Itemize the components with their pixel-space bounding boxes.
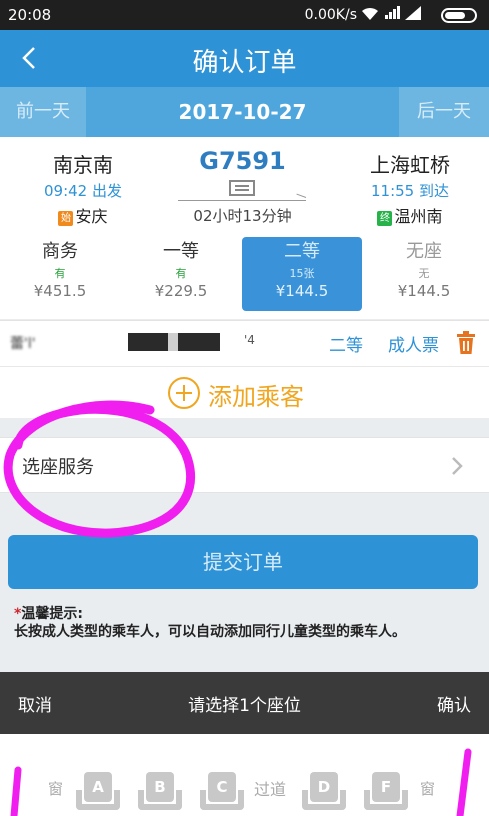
signal-icon-1 <box>385 5 405 22</box>
app-bar: 确认订单 <box>0 30 489 87</box>
seat-b[interactable]: B <box>136 768 184 816</box>
passenger-row[interactable]: 蕾'l' '4 二等 成人票 <box>0 320 489 366</box>
seat-class-availability: 有 <box>54 267 66 280</box>
plus-circle-icon <box>168 377 200 409</box>
prev-day-button[interactable]: 前一天 <box>0 87 86 137</box>
seat-a[interactable]: A <box>74 768 122 816</box>
passenger-id-tail: '4 <box>244 333 255 347</box>
seat-class-name: 二等 <box>284 241 320 262</box>
end-tag: 终 <box>377 211 393 226</box>
status-bar: 20:08 0.00K/s <box>0 0 489 30</box>
seat-map: 窗 A B C 过道 D F 窗 <box>0 734 489 816</box>
arrival-station: 上海虹桥 11:55 到达 终温州南 <box>350 149 470 227</box>
network-speed: 0.00K/s <box>304 7 357 23</box>
redaction-block <box>178 333 220 351</box>
seat-class-price: ¥144.5 <box>397 282 451 300</box>
arrival-name: 上海虹桥 <box>370 153 450 177</box>
passenger-seat-type[interactable]: 二等 <box>329 331 363 356</box>
seat-letter: B <box>146 772 174 802</box>
seat-letter: A <box>84 772 112 802</box>
page-title: 确认订单 <box>192 48 297 78</box>
signal-icon-2 <box>405 6 425 23</box>
seat-d[interactable]: D <box>300 768 348 816</box>
seat-class-first[interactable]: 一等 有 ¥229.5 <box>121 237 241 311</box>
seat-service-label: 选座服务 <box>22 457 94 478</box>
tip-body: 长按成人类型的乘车人，可以自动添加同行儿童类型的乘车人。 <box>14 624 406 640</box>
travel-date[interactable]: 2017-10-27 <box>86 87 399 137</box>
seat-letter: D <box>310 772 338 802</box>
departure-time: 09:42 出发 <box>44 182 122 200</box>
seat-class-price: ¥144.5 <box>275 282 329 300</box>
seat-class-price: ¥451.5 <box>33 282 87 300</box>
seat-letter: F <box>372 772 400 802</box>
trip-card: 南京南 09:42 出发 始安庆 G7591 02小时13分钟 上海虹桥 11:… <box>0 137 489 319</box>
date-bar: 前一天 2017-10-27 后一天 <box>0 87 489 137</box>
warm-tip: *温馨提示: 长按成人类型的乘车人，可以自动添加同行儿童类型的乘车人。 <box>14 605 474 641</box>
add-passenger-label: 添加乘客 <box>208 383 304 411</box>
battery-icon <box>441 8 477 23</box>
next-day-button[interactable]: 后一天 <box>399 87 489 137</box>
seat-f[interactable]: F <box>362 768 410 816</box>
passenger-ticket-type[interactable]: 成人票 <box>388 331 439 356</box>
seat-class-second[interactable]: 二等 15张 ¥144.5 <box>242 237 362 311</box>
arrival-time: 11:55 到达 <box>371 182 449 200</box>
window-label-left: 窗 <box>48 780 64 798</box>
seat-class-name: 一等 <box>163 241 199 262</box>
seat-class-name: 商务 <box>42 241 78 262</box>
departure-station: 南京南 09:42 出发 始安庆 <box>18 149 148 227</box>
seat-letter: C <box>208 772 236 802</box>
passenger-name: 蕾'l' <box>10 336 36 352</box>
seat-class-availability: 有 <box>175 267 187 280</box>
tip-title: 温馨提示: <box>21 606 83 622</box>
seat-class-availability: 无 <box>418 267 430 280</box>
seat-class-no-seat[interactable]: 无座 无 ¥144.5 <box>364 237 484 311</box>
route-arrow <box>178 200 306 201</box>
redaction-block <box>128 333 168 351</box>
add-passenger-button[interactable]: 添加乘客 <box>0 366 489 418</box>
timetable-icon[interactable] <box>229 180 255 196</box>
train-number[interactable]: G7591 <box>170 147 315 175</box>
status-time: 20:08 <box>8 6 52 24</box>
seat-c[interactable]: C <box>198 768 246 816</box>
terminal-row: 终温州南 <box>350 203 470 227</box>
seat-class-price: ¥229.5 <box>154 282 208 300</box>
wifi-icon <box>361 6 379 26</box>
confirm-button[interactable]: 确认 <box>437 691 471 716</box>
terminal-station: 温州南 <box>394 207 443 226</box>
seat-class-availability: 15张 <box>289 267 315 280</box>
trip-duration: 02小时13分钟 <box>193 207 292 225</box>
submit-order-button[interactable]: 提交订单 <box>8 535 478 589</box>
origin-station: 安庆 <box>75 207 108 226</box>
seat-class-name: 无座 <box>406 241 442 262</box>
seat-class-business[interactable]: 商务 有 ¥451.5 <box>0 237 120 311</box>
seat-picker-title: 请选择1个座位 <box>188 696 301 716</box>
chevron-right-icon <box>452 457 463 475</box>
departure-name: 南京南 <box>53 153 113 177</box>
seat-picker-bar: 取消 请选择1个座位 确认 <box>0 672 489 734</box>
aisle-label: 过道 <box>254 780 287 799</box>
start-tag: 始 <box>58 211 74 226</box>
trash-icon[interactable] <box>456 331 476 355</box>
window-label-right: 窗 <box>420 780 436 798</box>
origin-row: 始安庆 <box>18 203 148 227</box>
seat-service-row[interactable]: 选座服务 <box>0 437 489 493</box>
